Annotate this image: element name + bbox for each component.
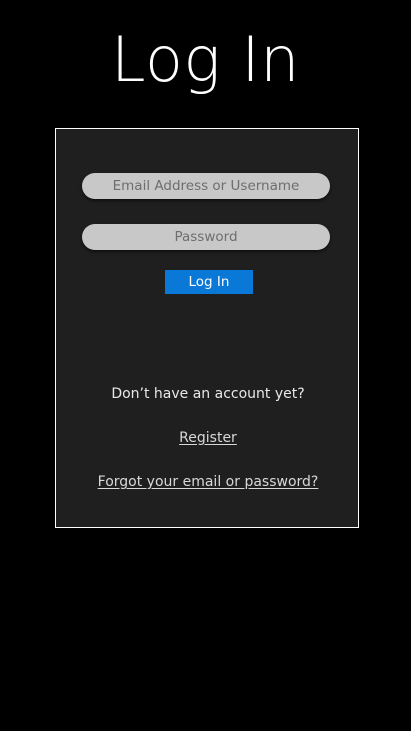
login-panel: Log In Don’t have an account yet? Regist… — [55, 128, 359, 528]
login-button[interactable]: Log In — [165, 270, 253, 294]
page-title: Log In — [111, 23, 300, 96]
forgot-credentials-link[interactable]: Forgot your email or password? — [56, 474, 360, 490]
password-input[interactable] — [82, 224, 330, 250]
email-username-input[interactable] — [82, 173, 330, 199]
register-link[interactable]: Register — [56, 430, 360, 446]
no-account-text: Don’t have an account yet? — [111, 386, 305, 402]
